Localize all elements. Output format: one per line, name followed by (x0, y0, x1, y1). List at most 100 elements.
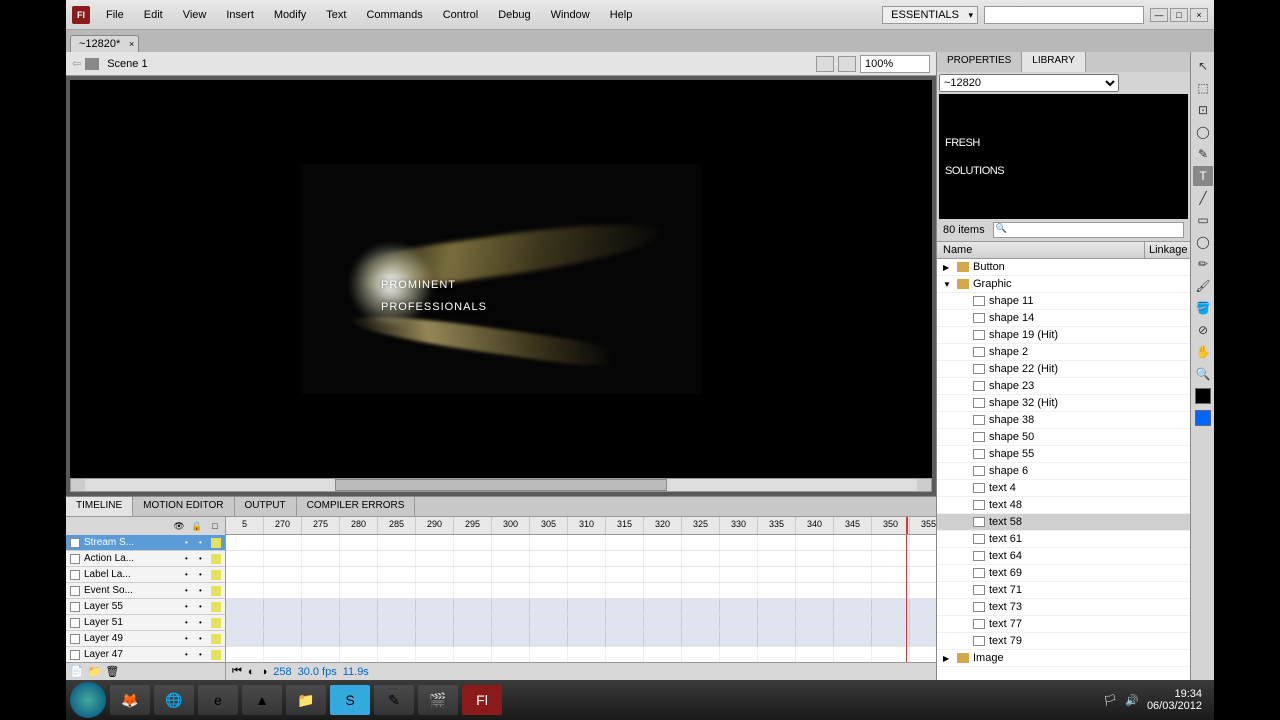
lock-dot[interactable]: • (199, 586, 207, 595)
tray-flag-icon[interactable]: 🏳 (1103, 694, 1117, 707)
library-item[interactable]: ▼Graphic (937, 276, 1190, 293)
timeline-ruler[interactable]: 5270275280285290295300305310315320325330… (226, 517, 936, 535)
lock-dot[interactable]: • (199, 618, 207, 627)
layer-color[interactable] (211, 650, 221, 660)
library-item[interactable]: shape 50 (937, 429, 1190, 446)
visibility-dot[interactable]: • (185, 634, 193, 643)
layer-row[interactable]: Layer 51•• (66, 615, 225, 631)
library-item[interactable]: text 73 (937, 599, 1190, 616)
scroll-right-icon[interactable] (917, 479, 931, 491)
library-item[interactable]: ▶Image (937, 650, 1190, 667)
tool-button[interactable]: 🔍 (1193, 364, 1213, 384)
library-item[interactable]: shape 19 (Hit) (937, 327, 1190, 344)
workspace-switcher[interactable]: ESSENTIALS (882, 6, 978, 24)
onion-icon[interactable]: ◐ (248, 666, 255, 678)
maximize-button[interactable]: □ (1170, 8, 1188, 22)
lock-dot[interactable]: • (199, 634, 207, 643)
library-item[interactable]: shape 38 (937, 412, 1190, 429)
menu-modify[interactable]: Modify (264, 4, 316, 26)
eye-icon[interactable]: 👁 (173, 521, 185, 532)
library-search[interactable] (993, 222, 1184, 238)
close-icon[interactable]: × (129, 39, 134, 49)
layer-color[interactable] (211, 538, 221, 548)
tool-button[interactable]: ⊘ (1193, 320, 1213, 340)
tray-volume-icon[interactable]: 🔊 (1125, 694, 1139, 707)
layer-row[interactable]: Layer 47•• (66, 647, 225, 662)
name-column[interactable]: Name (937, 242, 1145, 258)
stage[interactable]: PROMINENT PROFESSIONALS (70, 80, 932, 478)
tool-button[interactable]: ▭ (1193, 210, 1213, 230)
new-layer-button[interactable]: 📄 (70, 665, 84, 678)
visibility-dot[interactable]: • (185, 586, 193, 595)
layer-row[interactable]: Stream S...•• (66, 535, 225, 551)
frame-row[interactable] (226, 647, 936, 662)
menu-help[interactable]: Help (600, 4, 643, 26)
layer-row[interactable]: Action La...•• (66, 551, 225, 567)
playhead-marker[interactable] (906, 517, 908, 534)
tool-button[interactable]: ✏ (1193, 254, 1213, 274)
taskbar-firefox-icon[interactable]: 🦊 (110, 685, 150, 715)
tool-button[interactable]: ✋ (1193, 342, 1213, 362)
delete-layer-button[interactable]: 🗑 (105, 665, 119, 678)
layer-color[interactable] (211, 602, 221, 612)
taskbar-app-icon[interactable]: 🎬 (418, 685, 458, 715)
menu-debug[interactable]: Debug (488, 4, 540, 26)
library-item[interactable]: shape 11 (937, 293, 1190, 310)
visibility-dot[interactable]: • (185, 618, 193, 627)
taskbar-skype-icon[interactable]: S (330, 685, 370, 715)
disclosure-icon[interactable]: ▶ (943, 654, 953, 663)
tool-button[interactable]: ✎ (1193, 144, 1213, 164)
system-clock[interactable]: 19:34 06/03/2012 (1147, 688, 1202, 712)
stage-h-scrollbar[interactable] (70, 478, 932, 492)
layer-row[interactable]: Event So...•• (66, 583, 225, 599)
tool-button[interactable]: ↖ (1193, 56, 1213, 76)
minimize-button[interactable]: — (1150, 8, 1168, 22)
frame-row[interactable] (226, 631, 936, 647)
tab-motion-editor[interactable]: MOTION EDITOR (133, 497, 234, 516)
library-item[interactable]: ▶Button (937, 259, 1190, 276)
taskbar-chrome-icon[interactable]: 🌐 (154, 685, 194, 715)
frame-row[interactable] (226, 615, 936, 631)
rewind-icon[interactable]: ⏮ (232, 665, 242, 678)
layer-color[interactable] (211, 586, 221, 596)
frame-row[interactable] (226, 583, 936, 599)
library-item[interactable]: shape 32 (Hit) (937, 395, 1190, 412)
menu-commands[interactable]: Commands (356, 4, 432, 26)
layer-row[interactable]: Layer 49•• (66, 631, 225, 647)
menu-window[interactable]: Window (541, 4, 600, 26)
stroke-swatch[interactable] (1195, 388, 1211, 404)
layer-row[interactable]: Label La...•• (66, 567, 225, 583)
taskbar-ie-icon[interactable]: e (198, 685, 238, 715)
library-item[interactable]: shape 55 (937, 446, 1190, 463)
tab-output[interactable]: OUTPUT (235, 497, 297, 516)
scene-name[interactable]: Scene 1 (103, 58, 151, 70)
taskbar-app-icon[interactable]: ✎ (374, 685, 414, 715)
tool-button[interactable]: ⬚ (1193, 78, 1213, 98)
library-item[interactable]: text 79 (937, 633, 1190, 650)
zoom-select[interactable] (860, 55, 930, 73)
library-item[interactable]: text 58 (937, 514, 1190, 531)
document-tab[interactable]: ~12820* × (70, 35, 139, 52)
library-item[interactable]: shape 23 (937, 378, 1190, 395)
playhead[interactable] (906, 535, 907, 662)
outline-icon[interactable]: □ (209, 521, 221, 531)
taskbar-explorer-icon[interactable]: 📁 (286, 685, 326, 715)
new-folder-button[interactable]: 📁 (88, 665, 102, 678)
lock-dot[interactable]: • (199, 570, 207, 579)
lock-dot[interactable]: • (199, 554, 207, 563)
library-item[interactable]: text 69 (937, 565, 1190, 582)
start-button[interactable] (70, 682, 106, 718)
close-button[interactable]: × (1190, 8, 1208, 22)
tool-button[interactable]: T (1193, 166, 1213, 186)
menu-view[interactable]: View (173, 4, 217, 26)
lock-dot[interactable]: • (199, 650, 207, 659)
visibility-dot[interactable]: • (185, 554, 193, 563)
tab-timeline[interactable]: TIMELINE (66, 497, 133, 516)
layer-color[interactable] (211, 618, 221, 628)
visibility-dot[interactable]: • (185, 650, 193, 659)
tool-button[interactable]: ╱ (1193, 188, 1213, 208)
tool-button[interactable]: ◯ (1193, 232, 1213, 252)
lock-dot[interactable]: • (199, 538, 207, 547)
library-item[interactable]: text 61 (937, 531, 1190, 548)
tool-button[interactable]: 🪣 (1193, 298, 1213, 318)
